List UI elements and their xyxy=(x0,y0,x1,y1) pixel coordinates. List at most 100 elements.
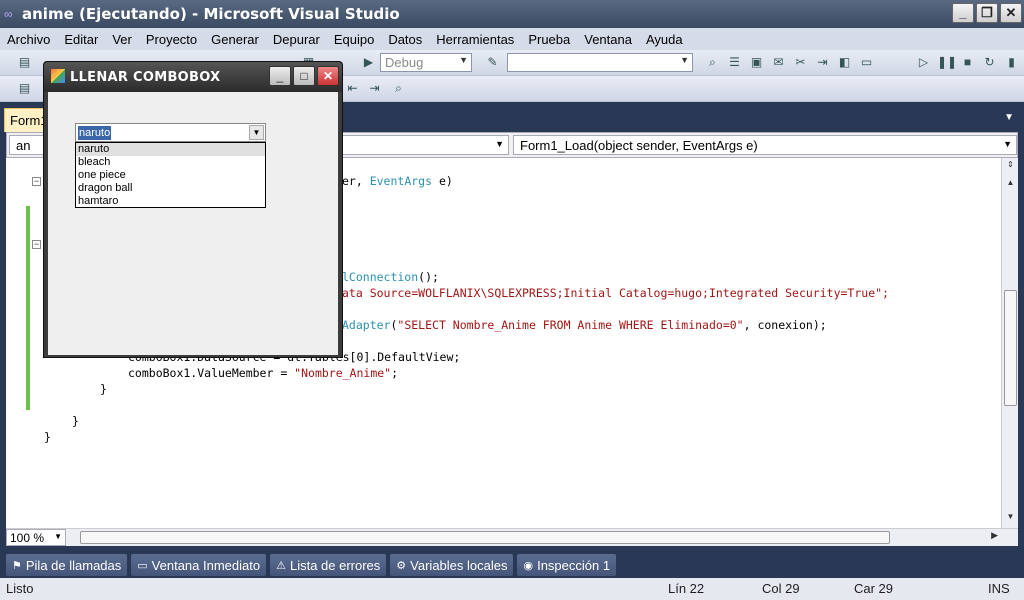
list-item[interactable]: bleach xyxy=(76,156,265,169)
continue-icon[interactable]: ▷ xyxy=(915,54,932,71)
form-close-button[interactable]: ✕ xyxy=(317,66,339,86)
horizontal-scroll-thumb[interactable] xyxy=(80,531,890,544)
error-list-icon: ⚠ xyxy=(276,559,286,572)
zoom-combo[interactable]: 100 % ▼ xyxy=(6,529,66,546)
window-controls: _ ❐ ✕ xyxy=(952,3,1022,23)
tab-label: Lista de errores xyxy=(289,557,381,573)
tab-label: Ventana Inmediato xyxy=(151,557,261,573)
tools-icon[interactable]: ✂ xyxy=(792,54,809,71)
method-combo-value: Form1_Load(object sender, EventArgs e) xyxy=(520,138,758,153)
anime-combobox[interactable]: naruto ▼ xyxy=(75,123,266,142)
code-line: } xyxy=(100,382,107,396)
code-line: ata Source=WOLFLANIX\SQLEXPRESS;Initial … xyxy=(342,286,889,300)
tab-immediate-window[interactable]: ▭ Ventana Inmediato xyxy=(131,554,267,576)
form-app-icon xyxy=(51,69,65,83)
toolbox-icon[interactable]: ✉ xyxy=(770,54,787,71)
menu-ventana[interactable]: Ventana xyxy=(577,32,639,47)
method-combo[interactable]: Form1_Load(object sender, EventArgs e) ▼ xyxy=(513,135,1017,155)
menu-ver[interactable]: Ver xyxy=(105,32,139,47)
document-list-icon[interactable]: ▼ xyxy=(1004,112,1014,123)
tab-error-list[interactable]: ⚠ Lista de errores xyxy=(270,554,387,576)
window-title: anime (Ejecutando) - Microsoft Visual St… xyxy=(22,5,400,23)
chevron-down-icon: ▼ xyxy=(680,55,689,65)
tab-locals[interactable]: ⚙ Variables locales xyxy=(390,554,514,576)
code-line: lConnection(); xyxy=(342,270,439,284)
status-bar: Listo Lín 22 Col 29 Car 29 INS xyxy=(0,578,1024,600)
list-item[interactable]: dragon ball xyxy=(76,182,265,195)
menu-ayuda[interactable]: Ayuda xyxy=(639,32,690,47)
tab-watch[interactable]: ◉ Inspección 1 xyxy=(517,554,617,576)
chevron-down-icon: ▼ xyxy=(459,55,468,65)
menu-datos[interactable]: Datos xyxy=(381,32,429,47)
pause-icon[interactable]: ❚❚ xyxy=(937,54,957,71)
combobox-dropdown-list: naruto bleach one piece dragon ball hamt… xyxy=(75,142,266,208)
list-item[interactable]: one piece xyxy=(76,169,265,182)
code-line: } xyxy=(44,430,51,444)
minimize-button[interactable]: _ xyxy=(952,3,974,23)
scroll-up-icon[interactable]: ▲ xyxy=(1004,178,1017,191)
export-icon[interactable]: ⇥ xyxy=(814,54,831,71)
scroll-down-icon[interactable]: ▼ xyxy=(1004,512,1017,525)
close-button[interactable]: ✕ xyxy=(1000,3,1022,23)
find-in-files-icon[interactable]: ✎ xyxy=(484,54,501,71)
chevron-down-icon[interactable]: ▼ xyxy=(249,125,264,140)
code-line: Adapter("SELECT Nombre_Anime FROM Anime … xyxy=(342,318,827,332)
combobox-selected-value: naruto xyxy=(78,126,112,140)
menu-bar: Archivo Editar Ver Proyecto Generar Depu… xyxy=(0,28,1024,50)
tool-window-tabs: ⚑ Pila de llamadas ▭ Ventana Inmediato ⚠ Li… xyxy=(0,552,1024,578)
tab-label: Variables locales xyxy=(410,557,508,573)
form-maximize-button[interactable]: □ xyxy=(293,66,315,86)
locals-icon: ⚙ xyxy=(396,559,407,572)
menu-editar[interactable]: Editar xyxy=(57,32,105,47)
find-icon[interactable]: ⌕ xyxy=(390,80,407,97)
solution-explorer-icon[interactable]: ⌕ xyxy=(704,54,721,71)
tab-label: Inspección 1 xyxy=(537,557,611,573)
find-combo[interactable]: ▼ xyxy=(507,53,693,72)
list-item[interactable]: hamtaro xyxy=(76,195,265,208)
chevron-down-icon: ▼ xyxy=(1003,139,1012,149)
editor-options-icon[interactable]: ▤ xyxy=(16,80,33,97)
menu-archivo[interactable]: Archivo xyxy=(0,32,57,47)
change-indicator-bar xyxy=(26,206,30,410)
solution-config-combo[interactable]: Debug ▼ xyxy=(380,53,472,72)
immediate-window-icon: ▭ xyxy=(137,559,148,572)
start-debug-icon[interactable]: ▶ xyxy=(360,54,377,71)
form-title-bar[interactable]: LLENAR COMBOBOX _ □ ✕ xyxy=(44,62,342,92)
menu-prueba[interactable]: Prueba xyxy=(521,32,577,47)
class-view-icon[interactable]: ◧ xyxy=(836,54,853,71)
class-combo-value: an xyxy=(16,138,31,153)
properties-icon[interactable]: ☰ xyxy=(726,54,743,71)
form-minimize-button[interactable]: _ xyxy=(269,66,291,86)
collapse-icon[interactable]: − xyxy=(32,177,41,186)
vertical-scroll-thumb[interactable] xyxy=(1004,290,1017,406)
menu-herramientas[interactable]: Herramientas xyxy=(429,32,521,47)
tab-call-stack[interactable]: ⚑ Pila de llamadas xyxy=(6,554,128,576)
scroll-right-icon[interactable]: ▶ xyxy=(991,530,998,541)
chevron-down-icon: ▼ xyxy=(495,139,504,149)
call-stack-icon: ⚑ xyxy=(12,559,22,572)
menu-proyecto[interactable]: Proyecto xyxy=(139,32,204,47)
split-icon[interactable]: ⇕ xyxy=(1004,160,1017,173)
list-item[interactable]: naruto xyxy=(76,143,265,156)
menu-equipo[interactable]: Equipo xyxy=(327,32,381,47)
restart-icon[interactable]: ↻ xyxy=(981,54,998,71)
command-window-icon[interactable]: ▭ xyxy=(858,54,875,71)
next-bookmark-icon[interactable]: ⇥ xyxy=(366,80,383,97)
watch-icon: ◉ xyxy=(523,559,534,572)
code-line: comboBox1.ValueMember = "Nombre_Anime"; xyxy=(128,366,399,380)
status-message: Listo xyxy=(6,581,34,596)
vertical-scrollbar[interactable]: ⇕ ▲ ▼ xyxy=(1001,158,1018,530)
tab-label: Pila de llamadas xyxy=(25,557,122,573)
menu-generar[interactable]: Generar xyxy=(204,32,266,47)
object-browser-icon[interactable]: ▣ xyxy=(748,54,765,71)
status-mode: INS xyxy=(988,581,1010,596)
restore-button[interactable]: ❐ xyxy=(976,3,998,23)
toolbar-overflow-icon[interactable]: ▮ xyxy=(1003,54,1020,71)
title-bar: ∞ anime (Ejecutando) - Microsoft Visual … xyxy=(0,0,1024,28)
collapse-icon[interactable]: − xyxy=(32,240,41,249)
previous-bookmark-icon[interactable]: ⇤ xyxy=(344,80,361,97)
form-client-area: naruto ▼ naruto bleach one piece dragon … xyxy=(48,92,338,355)
stop-icon[interactable]: ■ xyxy=(959,54,976,71)
menu-depurar[interactable]: Depurar xyxy=(266,32,327,47)
new-project-icon[interactable]: ▤ xyxy=(16,54,33,71)
